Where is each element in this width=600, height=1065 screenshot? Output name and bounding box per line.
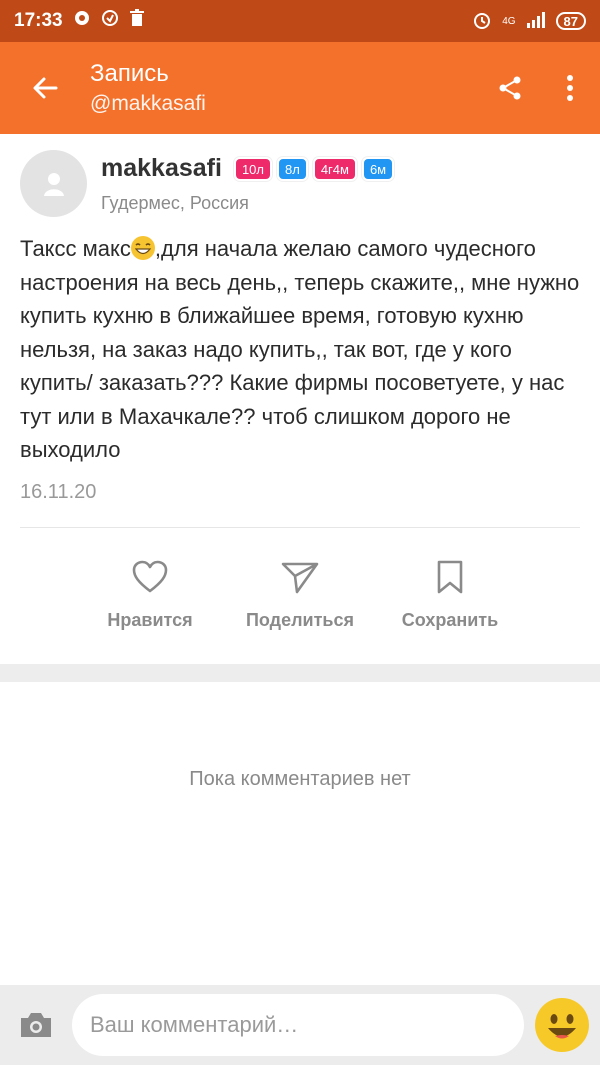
- user-placeholder-icon: [43, 172, 64, 196]
- share-post-button[interactable]: Поделиться: [225, 560, 375, 631]
- status-time: 17:33: [14, 10, 63, 31]
- emoji-button[interactable]: [524, 985, 600, 1065]
- status-bar: 17:33 4G 87: [0, 0, 600, 42]
- post-header: makkasafi 10л 8л 4г4м 6м Гудермес, Росси…: [20, 150, 580, 220]
- badge: 8л: [276, 156, 308, 181]
- post-actions: Нравится Поделиться Сохранить: [0, 560, 600, 650]
- alarm-icon: [472, 10, 492, 33]
- signal-icon: [526, 11, 546, 31]
- arrow-left-icon: [33, 77, 58, 99]
- share-label: Поделиться: [245, 610, 355, 630]
- like-label: Нравится: [107, 610, 193, 630]
- post-date: 16.11.20: [20, 481, 97, 503]
- bookmark-icon: [437, 560, 463, 594]
- smiley-icon: [535, 998, 589, 1052]
- save-button[interactable]: Сохранить: [375, 560, 525, 631]
- author-location: Гудермес, Россия: [101, 193, 249, 213]
- chat-notification-icon: [73, 9, 91, 33]
- badge: 6м: [361, 156, 395, 181]
- page-subtitle: @makkasafi: [90, 92, 206, 115]
- post-text: Таксс макс ,для начала желаю самого чудес…: [20, 232, 585, 467]
- post-text-rest: ,для начала желаю самого чудесного настр…: [20, 236, 580, 462]
- app-bar: Запись @makkasafi: [0, 42, 600, 134]
- battery-indicator: 87: [555, 12, 586, 30]
- comment-input[interactable]: [72, 994, 524, 1056]
- page-title: Запись: [90, 60, 169, 87]
- send-icon: [281, 562, 319, 594]
- heart-icon: [132, 560, 168, 593]
- share-button[interactable]: [480, 42, 540, 134]
- avatar[interactable]: [20, 150, 87, 217]
- section-separator: [0, 664, 600, 682]
- like-button[interactable]: Нравится: [75, 560, 225, 631]
- camera-button[interactable]: [0, 985, 72, 1065]
- divider: [20, 527, 580, 528]
- camera-icon: [21, 1013, 51, 1037]
- no-comments-message: Пока комментариев нет: [189, 768, 411, 790]
- network-type-label: 4G: [502, 15, 516, 27]
- badge: 10л: [233, 156, 272, 181]
- share-icon: [499, 76, 521, 100]
- sync-notification-icon: [101, 9, 119, 33]
- back-button[interactable]: [0, 42, 90, 134]
- more-vertical-icon: [567, 75, 573, 101]
- trash-notification-icon: [129, 9, 145, 33]
- post-text-start: Таксс макс: [20, 236, 131, 261]
- grinning-emoji-icon: [130, 236, 155, 260]
- author-name[interactable]: makkasafi: [101, 154, 222, 183]
- comment-bar: [0, 985, 600, 1065]
- save-label: Сохранить: [401, 610, 499, 630]
- badge: 4г4м: [312, 156, 357, 181]
- author-badges: 10л 8л 4г4м 6м: [233, 156, 395, 181]
- more-options-button[interactable]: [540, 42, 600, 134]
